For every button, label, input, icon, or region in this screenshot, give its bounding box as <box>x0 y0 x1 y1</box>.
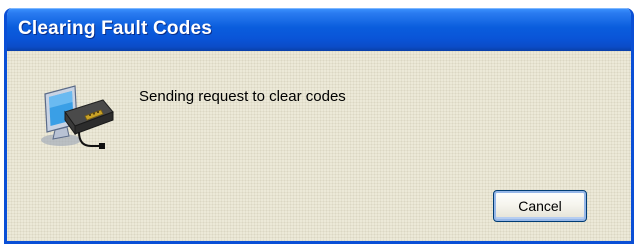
dialog-window: Clearing Fault Codes Sending request to … <box>4 8 634 244</box>
cancel-button[interactable]: Cancel <box>493 190 587 222</box>
status-message: Sending request to clear codes <box>139 88 346 105</box>
title-bar[interactable]: Clearing Fault Codes <box>7 8 631 51</box>
dialog-title: Clearing Fault Codes <box>18 18 213 39</box>
computer-diagnostic-device-icon <box>35 72 119 156</box>
